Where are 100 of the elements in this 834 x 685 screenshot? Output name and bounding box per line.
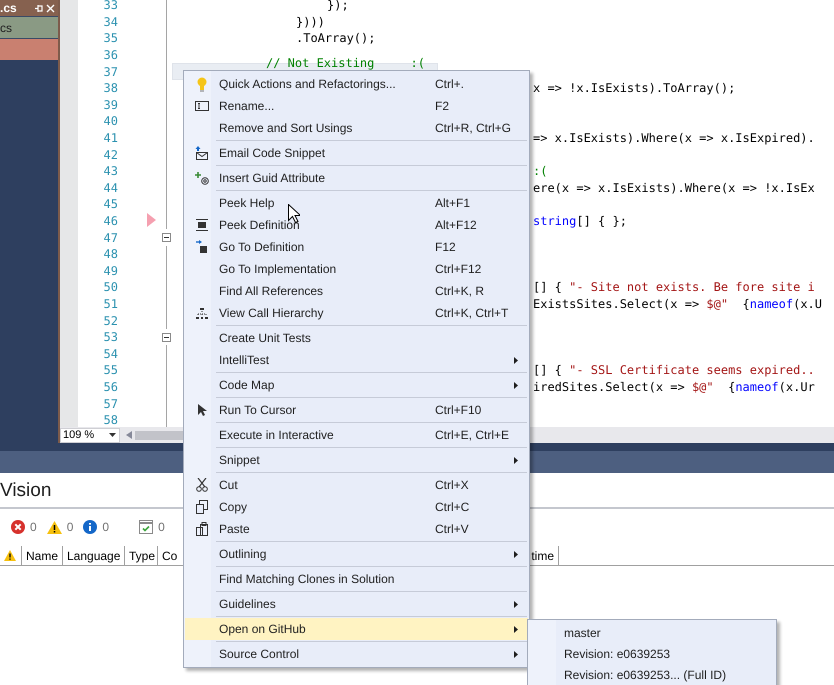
submenu-item[interactable]: Revision: e0639253... (Full ID): [528, 664, 776, 685]
scissors-icon: [196, 478, 208, 492]
code-line: .ToArray();: [296, 32, 376, 44]
line-number: 54: [102, 348, 118, 360]
info-icon[interactable]: [83, 520, 98, 534]
zoom-dropdown[interactable]: 109 %: [60, 428, 120, 442]
document-tab[interactable]: .cs: [0, 0, 58, 16]
close-icon[interactable]: [46, 4, 55, 12]
line-number: 53: [102, 331, 118, 344]
menu-item[interactable]: Cut Ctrl+X: [185, 474, 528, 496]
menu-item[interactable]: View Call Hierarchy Ctrl+K, Ctrl+T: [185, 302, 528, 324]
warning-icon: [4, 550, 16, 561]
submenu-item[interactable]: Revision: e0639253: [528, 643, 776, 664]
clipboard-icon: [196, 522, 208, 536]
line-number: 46: [102, 215, 118, 228]
code-line: => x.IsExists).Where(x => x.IsExpired).: [533, 132, 815, 144]
code-line: x => !x.IsExists).ToArray();: [533, 82, 736, 94]
solution-row[interactable]: [0, 38, 58, 60]
line-number: 38: [102, 82, 118, 94]
menu-item[interactable]: Source Control: [185, 643, 528, 665]
count-label: 0: [158, 521, 165, 533]
code-line: :(: [533, 165, 548, 178]
solution-row[interactable]: cs: [0, 16, 58, 38]
line-number: 36: [102, 49, 118, 62]
menu-item[interactable]: Peek Definition Alt+F12: [185, 214, 528, 236]
line-number: 55: [102, 364, 118, 376]
menu-item[interactable]: Snippet: [185, 449, 528, 471]
line-number: 35: [102, 32, 118, 44]
pin-icon[interactable]: [34, 4, 43, 12]
rename-icon: [195, 101, 209, 111]
menu-item[interactable]: Copy Ctrl+C: [185, 496, 528, 518]
line-number: 43: [102, 165, 118, 178]
column-header[interactable]: Name: [22, 546, 63, 565]
menu-item[interactable]: Find Matching Clones in Solution: [185, 568, 528, 590]
line-number: 42: [102, 148, 118, 161]
envelope-icon: [195, 146, 209, 160]
line-number: 39: [102, 98, 118, 111]
menu-item[interactable]: Code Map: [185, 374, 528, 396]
bulb-icon: [197, 76, 207, 92]
code-line: [] { "- Site not exists. Be fore site i: [533, 281, 815, 294]
line-number: 47: [102, 232, 118, 244]
hierarchy-icon: [196, 308, 208, 318]
scroll-left-icon[interactable]: [126, 431, 132, 439]
menu-item[interactable]: Find All References Ctrl+K, R: [185, 280, 528, 302]
line-number: 50: [102, 281, 118, 294]
line-number: 44: [102, 182, 118, 194]
line-number: 57: [102, 398, 118, 410]
line-number: 56: [102, 380, 118, 393]
line-number: 40: [102, 115, 118, 128]
column-header[interactable]: Type: [125, 546, 158, 565]
line-number: 33: [102, 0, 118, 12]
peek-icon: [196, 219, 208, 231]
caret-icon: [109, 433, 116, 437]
panel-title: Vision: [0, 480, 52, 500]
line-number: 48: [102, 248, 118, 260]
menu-item[interactable]: Remove and Sort Usings Ctrl+R, Ctrl+G: [185, 117, 528, 139]
error-icon[interactable]: [11, 520, 25, 534]
copy-icon: [196, 500, 208, 514]
menu-item[interactable]: Peek Help Alt+F1: [185, 192, 528, 214]
line-number: 51: [102, 298, 118, 310]
count-label: 0: [66, 521, 74, 533]
menu-item[interactable]: Open on GitHub: [185, 618, 528, 640]
code-line: ExistsSites.Select(x => $@" {nameof(x.U: [533, 298, 822, 310]
code-line: iredSites.Select(x => $@" {nameof(x.Ur: [533, 380, 815, 393]
code-line: [] { "- SSL Certificate seems expired..: [533, 364, 815, 376]
menu-item[interactable]: Execute in Interactive Ctrl+E, Ctrl+E: [185, 424, 528, 446]
pointer-icon: [198, 404, 206, 416]
line-number: 45: [102, 198, 118, 210]
collapse-icon[interactable]: [162, 233, 170, 242]
menu-item[interactable]: Email Code Snippet: [185, 142, 528, 164]
menu-item[interactable]: Guidelines: [185, 593, 528, 615]
code-line: // Not Existing :(: [266, 56, 425, 69]
checklist-icon[interactable]: [139, 520, 154, 534]
menu-item[interactable]: Quick Actions and Refactorings... Ctrl+.: [185, 73, 528, 95]
column-header[interactable]: Language: [63, 546, 125, 565]
menu-item[interactable]: Create Unit Tests: [185, 327, 528, 349]
submenu-item[interactable]: master: [528, 622, 776, 643]
count-label: 0: [30, 521, 37, 533]
menu-item[interactable]: IntelliTest: [185, 349, 528, 371]
menu-item[interactable]: Run To Cursor Ctrl+F10: [185, 399, 528, 421]
line-number: 41: [102, 132, 118, 144]
menu-item[interactable]: Rename... F2: [185, 95, 528, 117]
warning-icon[interactable]: [46, 520, 62, 534]
menu-item[interactable]: Outlining: [185, 543, 528, 565]
menu-item[interactable]: Paste Ctrl+V: [185, 518, 528, 540]
line-number: 34: [102, 16, 118, 28]
code-line: string[] { };: [533, 215, 627, 228]
line-number: 58: [102, 414, 118, 426]
menu-item[interactable]: Go To Implementation Ctrl+F12: [185, 258, 528, 280]
collapse-icon[interactable]: [162, 332, 170, 342]
arrow-box-icon: [196, 240, 208, 254]
line-number: 52: [102, 314, 118, 327]
menu-item[interactable]: Go To Definition F12: [185, 236, 528, 258]
menu-item[interactable]: Insert Guid Attribute: [185, 167, 528, 189]
count-label: 0: [102, 521, 110, 533]
line-number: 37: [102, 66, 118, 78]
code-line: });: [327, 0, 349, 12]
line-number: 49: [102, 264, 118, 277]
tab-title: .cs: [0, 2, 17, 14]
code-line: ere(x => x.IsExists).Where(x => !x.IsEx: [533, 182, 815, 194]
